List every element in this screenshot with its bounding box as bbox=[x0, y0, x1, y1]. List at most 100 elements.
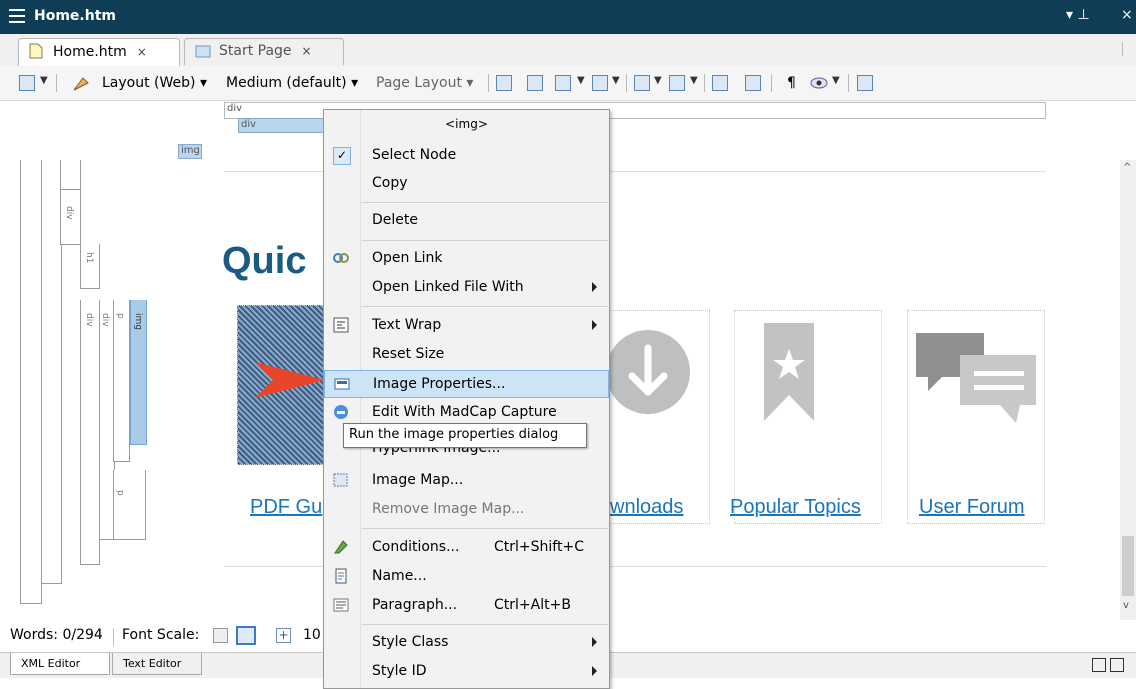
image-crop-icon[interactable] bbox=[592, 75, 608, 91]
font-scale-reset-button[interactable] bbox=[236, 626, 256, 645]
structure-bar-div[interactable] bbox=[80, 300, 100, 565]
chevron-down-icon[interactable]: ▼ bbox=[832, 75, 840, 86]
preview-icon[interactable] bbox=[19, 75, 35, 91]
menu-item-copy[interactable]: Copy bbox=[324, 170, 609, 198]
page-layout-label: Page Layout bbox=[376, 75, 462, 91]
document-tabstrip: Home.htm × Start Page × bbox=[0, 34, 1136, 67]
structure-bar[interactable] bbox=[60, 160, 81, 190]
chevron-down-icon[interactable]: ▼ bbox=[654, 75, 662, 86]
word-count: Words: 0/294 bbox=[10, 627, 103, 643]
scroll-down-icon[interactable]: v bbox=[1123, 600, 1129, 611]
pilcrow-icon[interactable]: ¶ bbox=[787, 75, 796, 91]
eye-icon[interactable] bbox=[809, 75, 829, 95]
structure-bar-h1[interactable] bbox=[80, 244, 100, 289]
tab-home[interactable]: Home.htm × bbox=[18, 38, 180, 66]
status-bar: Words: 0/294 Font Scale: + 10 bbox=[0, 622, 330, 652]
chevron-down-icon[interactable]: ▼ bbox=[690, 75, 698, 86]
submenu-arrow-icon bbox=[592, 666, 597, 676]
structure-tag-label: div bbox=[227, 103, 243, 114]
link-icon bbox=[333, 250, 349, 266]
tab-xml-editor[interactable]: XML Editor bbox=[10, 653, 110, 675]
menu-item-style-id[interactable]: Style ID bbox=[324, 658, 609, 686]
menu-item-open-linked-file-with[interactable]: Open Linked File With bbox=[324, 274, 609, 302]
menu-item-text-wrap[interactable]: Text Wrap bbox=[324, 312, 609, 340]
menu-item-reset-size[interactable]: Reset Size bbox=[324, 341, 609, 369]
image-frame-icon[interactable] bbox=[555, 75, 571, 91]
menu-item-label: Text Wrap bbox=[372, 317, 442, 333]
menu-item-label: Style Class bbox=[372, 634, 449, 650]
conditions-icon bbox=[333, 539, 349, 555]
vertical-scrollbar[interactable]: ^ v bbox=[1120, 160, 1136, 620]
tab-close-icon[interactable]: × bbox=[137, 45, 147, 59]
menu-item-label: Reset Size bbox=[372, 346, 445, 362]
name-icon bbox=[333, 568, 349, 584]
layout-icon[interactable] bbox=[71, 75, 91, 97]
tab-text-editor[interactable]: Text Editor bbox=[112, 653, 202, 675]
annotation-icon[interactable] bbox=[669, 75, 685, 91]
menu-item-remove-image-map[interactable]: Remove Image Map... bbox=[324, 496, 609, 524]
chevron-down-icon[interactable]: ▼ bbox=[612, 75, 620, 86]
insert-image-icon[interactable] bbox=[496, 75, 512, 91]
image-swap-icon[interactable] bbox=[527, 75, 543, 91]
structure-img-tag[interactable]: img bbox=[178, 144, 202, 159]
structure-bar-label: p bbox=[115, 313, 125, 319]
split-view-icon[interactable] bbox=[1092, 658, 1106, 672]
font-scale-value: 10 bbox=[303, 627, 321, 643]
scroll-up-icon[interactable]: ^ bbox=[1123, 162, 1131, 173]
menu-item-paragraph[interactable]: Paragraph... Ctrl+Alt+B bbox=[324, 592, 609, 620]
tab-overflow-icon[interactable] bbox=[1122, 42, 1133, 56]
menu-item-style-class[interactable]: Style Class bbox=[324, 629, 609, 657]
menu-item-label: Remove Image Map... bbox=[372, 501, 525, 517]
structure-div-inner[interactable]: div bbox=[238, 118, 324, 133]
layout-web-dropdown[interactable]: Layout (Web) ▾ bbox=[102, 75, 207, 91]
page-heading: Quic bbox=[222, 240, 307, 282]
structure-bar[interactable] bbox=[20, 160, 42, 604]
menu-item-select-node[interactable]: ✓ Select Node bbox=[324, 142, 609, 170]
bookmark-star-icon bbox=[764, 323, 814, 421]
chevron-down-icon[interactable]: ▼ bbox=[40, 75, 48, 86]
paragraph-icon bbox=[333, 597, 349, 613]
structure-bar-label: div bbox=[84, 313, 94, 327]
tooltip: Run the image properties dialog bbox=[343, 423, 587, 448]
collapse-panel-icon[interactable] bbox=[1110, 658, 1124, 672]
structure-bar-label: div bbox=[64, 206, 74, 220]
tab-start-page[interactable]: Start Page × bbox=[184, 38, 344, 65]
context-menu-header: <img> bbox=[445, 117, 488, 131]
scrollbar-thumb[interactable] bbox=[1122, 536, 1134, 596]
menu-item-shortcut: Ctrl+Alt+B bbox=[494, 597, 571, 613]
structure-bar-p[interactable] bbox=[113, 300, 130, 462]
dropdown-pin-icon[interactable]: ▾ ⊥ bbox=[1066, 7, 1090, 23]
text-box-icon[interactable] bbox=[634, 75, 650, 91]
info-icon[interactable] bbox=[712, 75, 728, 91]
menu-item-name[interactable]: Name... bbox=[324, 563, 609, 591]
condition-icon[interactable] bbox=[745, 75, 761, 91]
document-icon bbox=[29, 43, 43, 59]
hamburger-menu-icon[interactable] bbox=[9, 9, 25, 23]
menu-item-conditions[interactable]: Conditions... Ctrl+Shift+C bbox=[324, 534, 609, 562]
card-link-user-forum[interactable]: User Forum bbox=[919, 496, 1025, 519]
card-link-pdf-guide[interactable]: PDF Gu bbox=[250, 496, 322, 519]
card-link-popular-topics[interactable]: Popular Topics bbox=[730, 496, 861, 519]
chevron-down-icon[interactable]: ▼ bbox=[577, 75, 585, 86]
medium-dropdown[interactable]: Medium (default) ▾ bbox=[226, 75, 358, 91]
menu-item-image-map[interactable]: Image Map... bbox=[324, 467, 609, 495]
tab-close-icon[interactable]: × bbox=[302, 44, 312, 58]
structure-bar[interactable] bbox=[41, 160, 62, 584]
menu-item-image-properties[interactable]: Image Properties... bbox=[324, 370, 609, 398]
editor-toolbar: ▼ Layout (Web) ▾ Medium (default) ▾ Page… bbox=[0, 66, 1136, 101]
font-scale-increase-button[interactable]: + bbox=[276, 628, 291, 643]
page-layout-dropdown[interactable]: Page Layout ▾ bbox=[376, 75, 473, 91]
font-scale-decrease-button[interactable] bbox=[213, 628, 228, 643]
menu-item-label: Paragraph... bbox=[372, 597, 458, 613]
menu-item-open-link[interactable]: Open Link bbox=[324, 245, 609, 273]
tag-bar-icon[interactable] bbox=[857, 75, 873, 91]
structure-bar-p[interactable] bbox=[113, 470, 146, 540]
tab-label: Home.htm bbox=[53, 44, 127, 60]
chat-bubbles-icon bbox=[916, 333, 1036, 423]
close-icon[interactable]: × bbox=[1121, 7, 1133, 23]
menu-item-delete[interactable]: Delete bbox=[324, 207, 609, 235]
text-wrap-icon bbox=[333, 317, 349, 333]
menu-item-label: Open Linked File With bbox=[372, 279, 524, 295]
card-link-downloads[interactable]: wnloads bbox=[610, 496, 683, 519]
structure-bar-label: h1 bbox=[84, 252, 94, 264]
